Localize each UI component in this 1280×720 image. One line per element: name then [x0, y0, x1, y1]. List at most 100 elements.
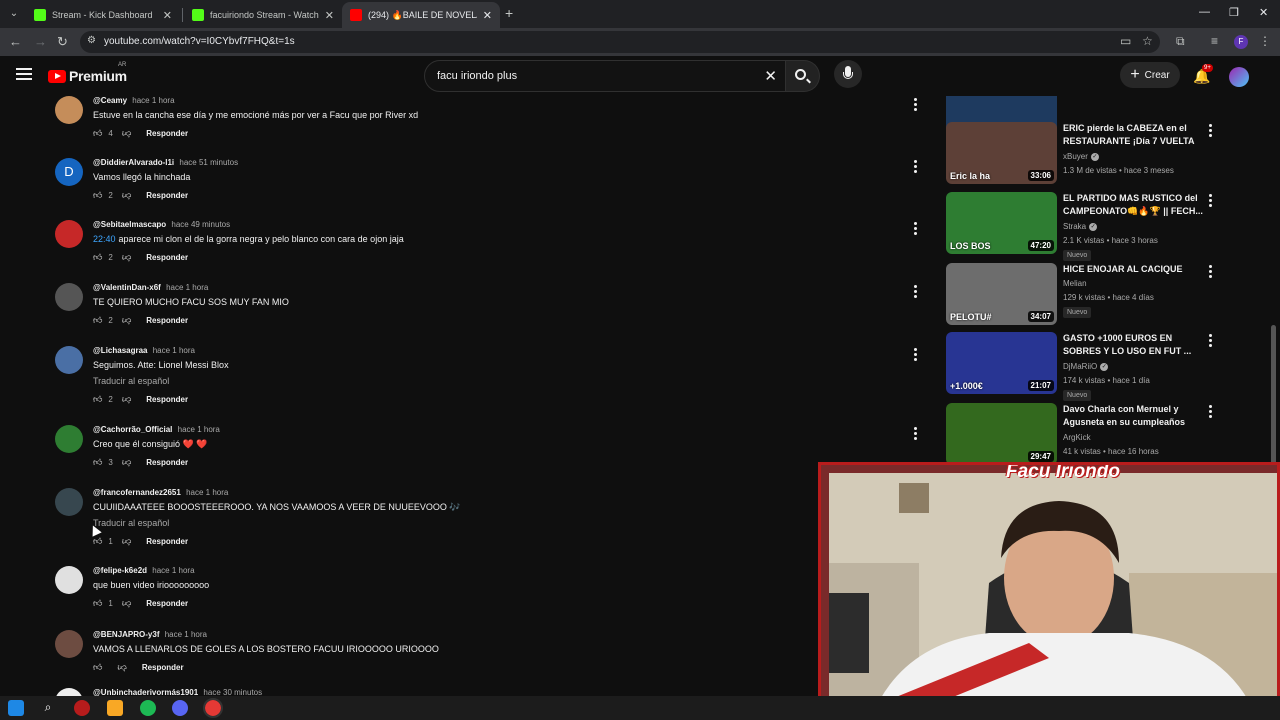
media-icon[interactable]: ≡	[1211, 34, 1218, 48]
comment-username[interactable]: @Unbinchaderivormás1901	[93, 688, 198, 696]
translate-link[interactable]: Traducir al español	[93, 518, 169, 528]
commenter-avatar[interactable]	[55, 346, 83, 374]
comment-time[interactable]: hace 51 minutos	[179, 158, 238, 167]
cast-icon[interactable]: ▭	[1120, 34, 1131, 48]
video-title[interactable]: ERIC pierde la CABEZA en el RESTAURANTE …	[1063, 122, 1203, 148]
chrome-icon[interactable]	[203, 698, 223, 718]
back-icon[interactable]: ←	[9, 34, 22, 49]
commenter-avatar[interactable]: D	[55, 158, 83, 186]
comment-time[interactable]: hace 1 hora	[165, 630, 207, 639]
account-avatar[interactable]	[1229, 67, 1249, 87]
thumbs-down-icon[interactable]: 👍︎	[117, 662, 126, 673]
reply-button[interactable]: Responder	[146, 599, 188, 608]
video-channel[interactable]: Straka ✓	[1063, 222, 1098, 231]
reply-button[interactable]: Responder	[146, 191, 188, 200]
video-thumbnail[interactable]: LOS BOS 47:20	[946, 192, 1057, 254]
comment-username[interactable]: @Cachorrão_Official	[93, 425, 172, 434]
voice-search-icon[interactable]	[834, 60, 862, 88]
reply-button[interactable]: Responder	[146, 129, 188, 138]
comment-time[interactable]: hace 1 hora	[152, 566, 194, 575]
create-button[interactable]: + Crear	[1120, 62, 1180, 88]
forward-icon[interactable]: →	[34, 34, 47, 49]
reply-button[interactable]: Responder	[142, 663, 184, 672]
commenter-avatar[interactable]	[55, 425, 83, 453]
reply-button[interactable]: Responder	[146, 395, 188, 404]
thumbs-down-icon[interactable]: 👍︎	[122, 457, 131, 468]
thumbs-up-icon[interactable]: 👍︎	[93, 598, 102, 609]
minimize-icon[interactable]: —	[1199, 6, 1210, 18]
reply-button[interactable]: Responder	[146, 537, 188, 546]
commenter-avatar[interactable]	[55, 630, 83, 658]
channel-name[interactable]: xBuyer	[1063, 152, 1088, 161]
channel-name[interactable]: ArgKick	[1063, 433, 1091, 442]
search-button[interactable]	[786, 60, 820, 92]
profile-avatar[interactable]: F	[1234, 35, 1248, 49]
comment-username[interactable]: @BENJAPRO-y3f	[93, 630, 159, 639]
channel-name[interactable]: Melian	[1063, 279, 1087, 288]
file-explorer-icon[interactable]	[107, 700, 123, 716]
video-more-icon[interactable]	[1209, 265, 1213, 280]
comment-username[interactable]: @ValentinDan-x6f	[93, 283, 161, 292]
thumbs-down-icon[interactable]: 👍︎	[122, 394, 131, 405]
tab-kick-dashboard[interactable]: Stream - Kick Dashboard ✕	[26, 2, 180, 28]
comment-more-icon[interactable]	[914, 285, 918, 299]
video-more-icon[interactable]	[1209, 124, 1213, 139]
site-info-icon[interactable]: ⚙	[87, 35, 96, 46]
thumbs-up-icon[interactable]: 👍︎	[93, 252, 102, 263]
comment-time[interactable]: hace 1 hora	[153, 346, 195, 355]
video-title[interactable]: EL PARTIDO MAS RUSTICO del CAMPEONATO👊🔥🏆…	[1063, 192, 1203, 218]
reply-button[interactable]: Responder	[146, 253, 188, 262]
commenter-avatar[interactable]	[55, 283, 83, 311]
menu-icon[interactable]: ⋮	[1259, 34, 1271, 48]
windows-start-icon[interactable]	[8, 700, 24, 716]
close-icon[interactable]: ✕	[163, 9, 172, 22]
comment-username[interactable]: @felipe-k6e2d	[93, 566, 147, 575]
search-icon[interactable]: ⌕	[40, 700, 56, 716]
translate-link[interactable]: Traducir al español	[93, 376, 169, 386]
comment-username[interactable]: @francofernandez2651	[93, 488, 181, 497]
star-icon[interactable]: ☆	[1142, 34, 1153, 48]
video-more-icon[interactable]	[1209, 405, 1213, 420]
comment-time[interactable]: hace 1 hora	[166, 283, 208, 292]
reply-button[interactable]: Responder	[146, 458, 188, 467]
thumbs-up-icon[interactable]: 👍︎	[93, 394, 102, 405]
video-channel[interactable]: ArgKick	[1063, 433, 1091, 442]
comment-username[interactable]: @Ceamy	[93, 96, 127, 105]
new-tab-icon[interactable]: +	[505, 5, 513, 21]
reload-icon[interactable]: ↻	[57, 34, 68, 50]
comment-more-icon[interactable]	[914, 348, 918, 362]
thumbs-up-icon[interactable]: 👍︎	[93, 536, 102, 547]
comment-time[interactable]: hace 1 hora	[186, 488, 228, 497]
obs-icon[interactable]	[74, 700, 90, 716]
comment-more-icon[interactable]	[914, 427, 918, 441]
clear-search-icon[interactable]: ✕	[764, 67, 777, 85]
video-thumbnail[interactable]: 29:47	[946, 403, 1057, 465]
thumbs-down-icon[interactable]: 👍︎	[122, 190, 131, 201]
video-thumbnail[interactable]: Eric la ha 33:06	[946, 122, 1057, 184]
search-input[interactable]: facu iriondo plus ✕	[424, 60, 786, 92]
extensions-icon[interactable]: ⧉	[1176, 34, 1185, 49]
video-channel[interactable]: DjMaRiiO ✓	[1063, 362, 1109, 371]
restore-icon[interactable]: ❐	[1229, 6, 1239, 19]
thumbs-up-icon[interactable]: 👍︎	[93, 457, 102, 468]
commenter-avatar[interactable]	[55, 688, 83, 696]
thumbs-up-icon[interactable]: 👍︎	[93, 190, 102, 201]
commenter-avatar[interactable]	[55, 220, 83, 248]
comment-username[interactable]: @Lichasagraa	[93, 346, 148, 355]
address-bar[interactable]: ⚙ youtube.com/watch?v=I0CYbvf7FHQ&t=1s	[80, 31, 1160, 53]
close-icon[interactable]: ✕	[325, 9, 334, 22]
channel-name[interactable]: Straka	[1063, 222, 1086, 231]
reply-button[interactable]: Responder	[146, 316, 188, 325]
page-scrollbar[interactable]	[1271, 325, 1276, 465]
comment-more-icon[interactable]	[914, 222, 918, 236]
comment-username[interactable]: @DiddierAlvarado-l1i	[93, 158, 174, 167]
video-title[interactable]: GASTO +1000 EUROS EN SOBRES Y LO USO EN …	[1063, 332, 1203, 358]
comment-more-icon[interactable]	[914, 160, 918, 174]
youtube-premium-logo[interactable]: Premium AR	[48, 62, 127, 84]
thumbs-down-icon[interactable]: 👍︎	[122, 128, 131, 139]
comment-time[interactable]: hace 30 minutos	[203, 688, 262, 696]
tab-search-icon[interactable]: ⌄	[6, 6, 22, 22]
commenter-avatar[interactable]	[55, 566, 83, 594]
thumbs-down-icon[interactable]: 👍︎	[122, 252, 131, 263]
hamburger-menu-icon[interactable]	[16, 68, 32, 80]
